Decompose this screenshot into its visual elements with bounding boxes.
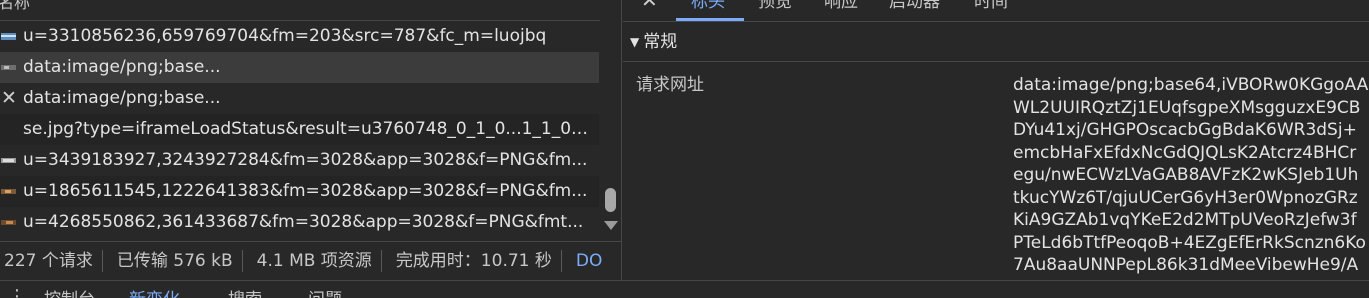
transferred-size: 已传输 576 kB <box>116 251 233 271</box>
resources-size: 4.1 MB 项资源 <box>256 251 372 271</box>
divider <box>241 250 243 272</box>
request-name: se.jpg?type=iframeLoadStatus&result=u376… <box>23 119 599 139</box>
request-detail-panel: ✕ 标头 预览 响应 启动器 时间 ▼ 常规 请求网址 data:image/pn… <box>623 0 1369 280</box>
request-row[interactable]: u=4268550862,361433687&fm=3028&app=3028&… <box>0 207 599 238</box>
request-row[interactable]: u=1865611545,1222641383&fm=3028&app=3028… <box>0 176 599 207</box>
request-name: u=4268550862,361433687&fm=3028&app=3028&… <box>23 212 584 232</box>
name-column-label: 名称 <box>0 0 31 12</box>
request-row[interactable]: u=3439183927,3243927284&fm=3028&app=3028… <box>0 145 599 176</box>
request-row[interactable]: u=3310856236,659769704&fm=203&src=787&fc… <box>0 21 599 52</box>
url-line: tkucYWz6T/qjuUCerG6yH3er0WpnozGRz <box>1013 187 1358 208</box>
request-name: data:image/png;base... <box>23 88 221 108</box>
name-column-header[interactable]: 名称 <box>0 0 600 21</box>
request-count: 227 个请求 <box>4 251 93 271</box>
dom-content-loaded-link[interactable]: DO <box>572 242 611 280</box>
scrollbar-thumb[interactable] <box>605 188 616 212</box>
image-thumb-icon <box>1 189 16 194</box>
tab-headers[interactable]: 标头 <box>691 0 725 14</box>
request-name: data:image/png;base... <box>23 57 221 77</box>
scroll-down-arrow-icon[interactable] <box>604 221 618 230</box>
close-icon: ✕ <box>1 87 17 109</box>
image-thumb-icon <box>1 33 16 40</box>
url-line: KiA9GZAb1vqYKeE2d2MTpUVeoRzJefw3f <box>1013 210 1357 230</box>
drawer-tab-bar: ⋮ 控制台 新变化 搜索 问题 <box>0 280 1369 298</box>
finish-time: 完成用时：10.71 秒 <box>395 251 552 271</box>
network-summary-bar: 227 个请求 已传输 576 kB 4.1 MB 项资源 完成用时：10.71 秒 D… <box>0 241 622 280</box>
tab-whats-new[interactable]: 新变化 <box>129 289 180 298</box>
general-section-title: 常规 <box>643 32 678 52</box>
request-list-scrollbar[interactable] <box>600 21 621 241</box>
url-line: emcbHaFxEfdxNcGdQJQLsK2Atcrz4BHCr <box>1013 142 1357 163</box>
image-thumb-icon <box>1 158 16 163</box>
image-thumb-icon <box>1 220 16 225</box>
request-name: u=3439183927,3243927284&fm=3028&app=3028… <box>23 150 588 170</box>
image-thumb-icon <box>1 65 16 70</box>
request-row[interactable]: ✕ data:image/png;base... <box>0 83 599 114</box>
request-url-label: 请求网址 <box>636 75 704 95</box>
request-row[interactable]: data:image/png;base... <box>0 52 599 83</box>
tab-timing[interactable]: 时间 <box>974 0 1008 14</box>
request-name: u=1865611545,1222641383&fm=3028&app=3028… <box>23 181 588 201</box>
more-vert-icon[interactable]: ⋮ <box>8 286 26 298</box>
request-row[interactable]: se.jpg?type=iframeLoadStatus&result=u376… <box>0 114 599 145</box>
close-icon[interactable]: ✕ <box>641 0 658 10</box>
tab-preview[interactable]: 预览 <box>758 0 792 14</box>
tab-search[interactable]: 搜索 <box>228 289 262 298</box>
request-rows: u=3310856236,659769704&fm=203&src=787&fc… <box>0 21 599 241</box>
triangle-down-icon: ▼ <box>630 35 640 49</box>
request-list-panel: 名称 u=3310856236,659769704&fm=203&src=787… <box>0 0 622 280</box>
tab-initiator[interactable]: 启动器 <box>889 0 940 14</box>
tab-console[interactable]: 控制台 <box>44 289 95 298</box>
tab-response[interactable]: 响应 <box>824 0 858 14</box>
url-line: WL2UUIRQztZj1EUqfsgpeXMsgguzxE9CB <box>1013 97 1361 118</box>
detail-tab-bar: ✕ 标头 预览 响应 启动器 时间 <box>623 0 1369 22</box>
url-line: PTeLd6bTtfPeoqoB+4EZgEfErRkScnzn6Ko <box>1013 232 1366 253</box>
request-name: u=3310856236,659769704&fm=203&src=787&fc… <box>23 26 547 46</box>
active-tab-indicator <box>676 18 744 21</box>
divider <box>380 250 382 272</box>
divider <box>560 250 562 272</box>
request-url-value: data:image/png;base64,iVBORw0KGgoAA WL2U… <box>1013 74 1369 277</box>
divider <box>101 250 103 272</box>
url-line: DYu41xj/GHGPOscacbGgBdaK6WR3dSj+ <box>1013 120 1357 140</box>
url-line: data:image/png;base64,iVBORw0KGgoAA <box>1013 75 1369 95</box>
url-line: 7Au8aaUNNPepL86k31dMeeVibewHe9/A <box>1013 255 1359 275</box>
tab-issues[interactable]: 问题 <box>308 289 342 298</box>
url-line: egu/nwECWzLVaGAB8AVFzK2wKSJeb1Uh <box>1013 165 1359 185</box>
general-section-header[interactable]: ▼ 常规 <box>623 22 1369 62</box>
